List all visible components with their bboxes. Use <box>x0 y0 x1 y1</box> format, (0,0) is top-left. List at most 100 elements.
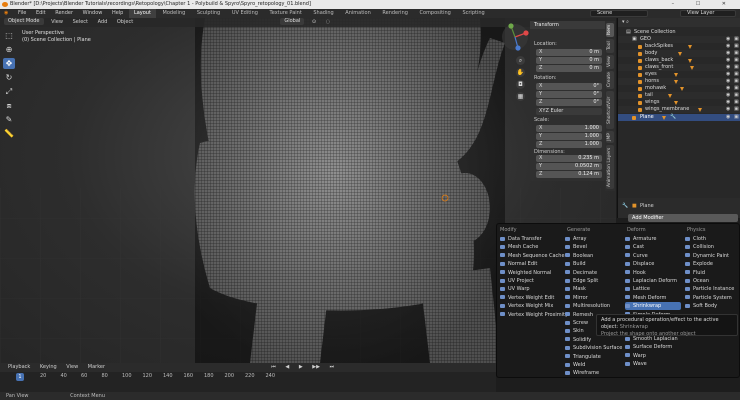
render-camera-icon[interactable]: ▣ <box>734 57 739 64</box>
sidebar-tab-item[interactable]: Item <box>606 23 614 37</box>
modifier-item-particle-system[interactable]: Particle System <box>685 294 737 302</box>
jump-start-icon[interactable]: ⏮ <box>267 363 280 372</box>
tab-scripting[interactable]: Scripting <box>457 9 489 18</box>
blender-menu-icon[interactable]: ◉ <box>0 9 12 18</box>
modifier-item-uv-project[interactable]: UV Project <box>500 277 560 285</box>
select-box-icon[interactable]: ⬚ <box>3 30 15 41</box>
visibility-eye-icon[interactable]: ◉ <box>726 106 730 113</box>
scale-y-field[interactable]: Y 1.000 <box>536 133 602 140</box>
modifier-item-normal-edit[interactable]: Normal Edit <box>500 260 560 268</box>
modifier-item-mesh-sequence-cache[interactable]: Mesh Sequence Cache <box>500 252 565 260</box>
tab-shading[interactable]: Shading <box>308 9 338 18</box>
outliner-item[interactable]: claws_front ◉ ▣ <box>618 64 740 71</box>
navigation-gizmo[interactable] <box>500 22 530 52</box>
outliner-item[interactable]: eyes ◉ ▣ <box>618 71 740 78</box>
modifier-item-dynamic-paint[interactable]: Dynamic Paint <box>685 252 737 260</box>
annotate-tool-icon[interactable]: ✎ <box>3 114 15 125</box>
timeline-menu-keying[interactable]: Keying <box>36 363 61 372</box>
render-camera-icon[interactable]: ▣ <box>734 114 739 121</box>
visibility-eye-icon[interactable]: ◉ <box>726 78 730 85</box>
modifier-item-lattice[interactable]: Lattice <box>625 285 681 293</box>
tab-sculpting[interactable]: Sculpting <box>192 9 225 18</box>
sidebar-tab-jmp[interactable]: JMP <box>606 131 614 143</box>
step-back-icon[interactable]: ◀ <box>281 363 293 372</box>
modifier-item-hook[interactable]: Hook <box>625 269 681 277</box>
visibility-eye-icon[interactable]: ◉ <box>726 85 730 92</box>
location-x-field[interactable]: X0 m <box>536 49 602 56</box>
modifier-item-cast[interactable]: Cast <box>625 243 681 251</box>
modifier-item-multiresolution[interactable]: Multiresolution <box>565 302 621 310</box>
tab-animation[interactable]: Animation <box>340 9 376 18</box>
modifier-item-fluid[interactable]: Fluid <box>685 269 737 277</box>
modifier-item-boolean[interactable]: Boolean <box>565 252 621 260</box>
modifier-item-data-transfer[interactable]: Data Transfer <box>500 235 560 243</box>
cursor-icon[interactable]: ⊕ <box>3 44 15 55</box>
transform-panel-header[interactable]: Transform <box>530 21 605 29</box>
window-controls[interactable]: – ☐ ✕ <box>672 0 736 9</box>
visibility-eye-icon[interactable]: ◉ <box>726 57 730 64</box>
modifier-item-weld[interactable]: Weld <box>565 361 621 369</box>
modifier-item-shrinkwrap[interactable]: Shrinkwrap <box>625 302 681 311</box>
modifier-item-wave[interactable]: Wave <box>625 360 681 368</box>
scene-selector[interactable]: Scene <box>590 10 648 17</box>
transform-tool-icon[interactable]: ⧈ <box>3 100 15 111</box>
render-camera-icon[interactable]: ▣ <box>734 50 739 57</box>
outliner-item[interactable]: backSpikes ◉ ▣ <box>618 43 740 50</box>
timeline-scrubber[interactable]: 20 40 60 80 100 120 140 160 180 200 220 240 <box>0 372 496 392</box>
visibility-eye-icon[interactable]: ◉ <box>726 50 730 57</box>
outliner-scene-collection[interactable]: ▤ Scene Collection <box>618 29 740 36</box>
render-camera-icon[interactable]: ▣ <box>734 85 739 92</box>
step-forward-icon[interactable]: ▶▶ <box>308 363 324 372</box>
render-camera-icon[interactable]: ▣ <box>734 92 739 99</box>
modifier-item-cloth[interactable]: Cloth <box>685 235 737 243</box>
scale-z-field[interactable]: Z 1.000 <box>536 141 602 148</box>
scale-x-field[interactable]: X 1.000 <box>536 125 602 132</box>
snap-icon[interactable]: ⊙ <box>308 18 320 27</box>
move-tool-icon[interactable]: ✥ <box>3 58 15 69</box>
dimensions-y-field[interactable]: Y 0.0502 m <box>536 163 602 170</box>
rotation-mode-dropdown[interactable]: XYZ Euler <box>536 108 602 115</box>
play-icon[interactable]: ▶ <box>295 363 307 372</box>
rotation-x-field[interactable]: X 0° <box>536 83 602 90</box>
render-camera-icon[interactable]: ▣ <box>734 36 739 43</box>
render-camera-icon[interactable]: ▣ <box>734 106 739 113</box>
grid-perspective-icon[interactable]: ▦ <box>516 92 525 101</box>
jump-end-icon[interactable]: ⏭ <box>326 363 339 372</box>
rotation-y-field[interactable]: Y 0° <box>536 91 602 98</box>
object-mode-dropdown[interactable]: Object Mode <box>4 18 44 25</box>
timeline-menu-marker[interactable]: Marker <box>84 363 109 372</box>
tab-modeling[interactable]: Modeling <box>158 9 191 18</box>
pan-hand-icon[interactable]: ✋ <box>516 68 525 77</box>
visibility-eye-icon[interactable]: ◉ <box>726 36 730 43</box>
location-y-field[interactable]: Y0 m <box>536 57 602 64</box>
measure-tool-icon[interactable]: 📏 <box>3 128 15 139</box>
modifier-item-explode[interactable]: Explode <box>685 260 737 268</box>
dimensions-x-field[interactable]: X 0.235 m <box>536 155 602 162</box>
visibility-eye-icon[interactable]: ◉ <box>726 92 730 99</box>
modifier-item-uv-warp[interactable]: UV Warp <box>500 285 560 293</box>
modifier-item-mesh-cache[interactable]: Mesh Cache <box>500 243 560 251</box>
modifier-item-mirror[interactable]: Mirror <box>565 294 621 302</box>
sidebar-tab-shortcut[interactable]: ShortcutVUr <box>606 91 614 129</box>
dimensions-z-field[interactable]: Z 0.124 m <box>536 171 602 178</box>
tab-texture-paint[interactable]: Texture Paint <box>265 9 307 18</box>
modifier-item-weighted-normal[interactable]: Weighted Normal <box>500 269 560 277</box>
filter-icon[interactable]: ▾ ⌕ <box>622 19 629 25</box>
outliner-item[interactable]: wings ◉ ▣ <box>618 99 740 106</box>
outliner-item[interactable]: tail ◉ ▣ <box>618 92 740 99</box>
render-camera-icon[interactable]: ▣ <box>734 64 739 71</box>
timeline-menu-view[interactable]: View <box>62 363 82 372</box>
viewport-menu-add[interactable]: Add <box>94 18 112 27</box>
viewport-menu-view[interactable]: View <box>47 18 67 27</box>
modifier-tab-icon[interactable]: 🔧 <box>622 203 628 209</box>
viewport-menu-object[interactable]: Object <box>113 18 137 27</box>
modifier-item-armature[interactable]: Armature <box>625 235 681 243</box>
modifier-item-edge-split[interactable]: Edge Split <box>565 277 621 285</box>
transform-orientation-dropdown[interactable]: Global <box>280 18 305 25</box>
render-camera-icon[interactable]: ▣ <box>734 43 739 50</box>
modifier-item-vertex-weight-proximity[interactable]: Vertex Weight Proximity <box>500 311 568 319</box>
sidebar-tab-tool[interactable]: Tool <box>606 39 614 53</box>
timeline-menu-playback[interactable]: Playback <box>4 363 34 372</box>
rotation-z-field[interactable]: Z 0° <box>536 99 602 106</box>
add-modifier-button[interactable]: Add Modifier <box>628 214 738 222</box>
